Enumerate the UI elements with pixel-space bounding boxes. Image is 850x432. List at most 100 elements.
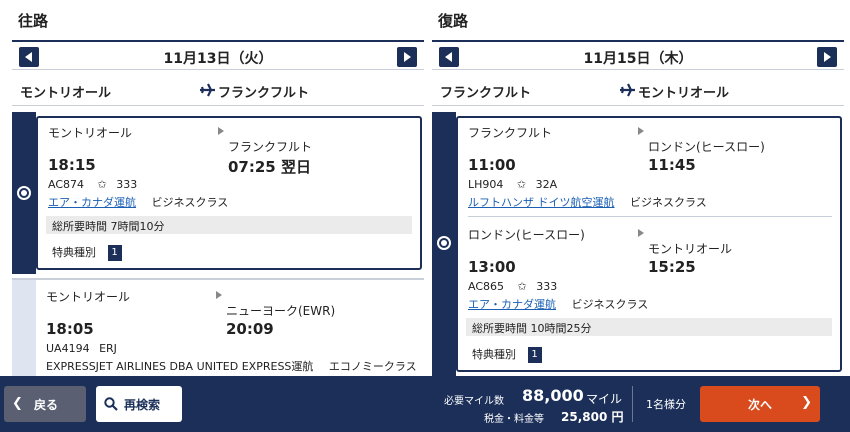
required-miles-label: 必要マイル数: [444, 396, 504, 407]
airplane-icon: [620, 83, 635, 97]
cabin-class: ビジネスクラス: [151, 196, 229, 209]
operator-link[interactable]: エア・カナダ運航: [48, 196, 136, 209]
departure-time: 11:00: [468, 156, 516, 174]
route-arrow-icon: [638, 229, 644, 237]
cabin-class: ビジネスクラス: [571, 298, 649, 311]
star-alliance-icon: ✩: [517, 280, 527, 293]
operator-link[interactable]: エア・カナダ運航: [468, 298, 556, 311]
cabin-class: エコノミークラス: [328, 360, 417, 373]
outbound-column: 往路 11月13日（火） モントリオール フランクフルト モントリオール フラン…: [12, 0, 424, 376]
aircraft-type: ERJ: [99, 342, 117, 355]
flight-segment: ロンドン(ヒースロー) モントリオール 13:00 15:25 AC865 ✩ …: [468, 226, 832, 316]
next-button[interactable]: 次へ ❯: [700, 386, 820, 422]
outbound-date-bar: 11月13日（火）: [12, 40, 424, 70]
aircraft-type: 32A: [535, 178, 558, 191]
cabin-class: ビジネスクラス: [630, 196, 707, 209]
departure-city: モントリオール: [48, 126, 133, 140]
departure-city: フランクフルト: [468, 126, 553, 140]
arrival-time: 07:25 翌日: [228, 158, 311, 176]
total-duration: 総所要時間 10時間25分: [466, 318, 832, 336]
inbound-title: 復路: [438, 12, 469, 30]
award-type-label: 特典種別: [52, 246, 96, 259]
outbound-flight-list: モントリオール フランクフルト 18:15 07:25 翌日 AC874 ✩ 3…: [12, 112, 424, 376]
tax-label: 税金・料金等: [484, 414, 544, 425]
outbound-date: 11月13日（火）: [163, 51, 273, 67]
arrival-city: ニューヨーク(EWR): [226, 304, 336, 318]
flight-number: AC865: [468, 280, 505, 293]
inbound-next-date-button[interactable]: [817, 47, 837, 67]
arrival-city: モントリオール: [648, 242, 733, 256]
outbound-title: 往路: [18, 12, 49, 30]
aircraft-type: 333: [536, 280, 558, 293]
flight-info: UA4194 ERJ: [46, 342, 117, 355]
award-type-badge[interactable]: 1: [107, 245, 122, 261]
segment-divider: [468, 216, 832, 217]
chevron-right-icon: [404, 52, 411, 62]
departure-time: 18:05: [46, 320, 94, 338]
flight-card: フランクフルト ロンドン(ヒースロー) 11:00 11:45 LH904 ✩ …: [456, 116, 842, 372]
flight-number: AC874: [48, 178, 85, 191]
flight-segment: フランクフルト ロンドン(ヒースロー) 11:00 11:45 LH904 ✩ …: [468, 124, 832, 214]
arrival-time: 15:25: [648, 258, 696, 276]
aircraft-type: 333: [116, 178, 138, 191]
operator-row: エア・カナダ運航 ビジネスクラス: [48, 194, 228, 210]
outbound-route: モントリオール フランクフルト: [12, 74, 424, 106]
chevron-right-icon: ❯: [801, 395, 812, 410]
operator-link[interactable]: ルフトハンザ ドイツ航空運航: [468, 196, 615, 209]
flight-segment: モントリオール フランクフルト 18:15 07:25 翌日 AC874 ✩ 3…: [48, 124, 412, 214]
departure-city: モントリオール: [46, 290, 131, 304]
departure-time: 13:00: [468, 258, 516, 276]
next-button-label: 次へ: [748, 398, 773, 412]
arrival-time: 11:45: [648, 156, 696, 174]
outbound-option-1[interactable]: モントリオール フランクフルト 18:15 07:25 翌日 AC874 ✩ 3…: [12, 112, 424, 274]
option-rail: [12, 280, 36, 376]
chevron-left-icon: ❮: [12, 396, 23, 411]
back-button[interactable]: ❮ 戻る: [4, 386, 86, 422]
arrival-city: ロンドン(ヒースロー): [648, 140, 765, 154]
flight-card: モントリオール ニューヨーク(EWR) 18:05 20:09 UA4194 E…: [36, 280, 424, 376]
star-alliance-icon: ✩: [97, 178, 107, 191]
inbound-route: フランクフルト モントリオール: [432, 74, 844, 106]
outbound-option-1-radio[interactable]: [17, 186, 31, 200]
tax-value: 25,800 円: [561, 410, 624, 424]
outbound-option-2[interactable]: モントリオール ニューヨーク(EWR) 18:05 20:09 UA4194 E…: [12, 278, 424, 376]
search-icon: [104, 397, 118, 411]
passenger-count: 1名様分: [646, 398, 686, 411]
arrival-time: 20:09: [226, 320, 274, 338]
flight-number: UA4194: [46, 342, 90, 355]
inbound-date: 11月15日（木）: [583, 51, 693, 67]
inbound-flight-list: フランクフルト ロンドン(ヒースロー) 11:00 11:45 LH904 ✩ …: [432, 112, 844, 376]
flight-segment: モントリオール ニューヨーク(EWR) 18:05 20:09 UA4194 E…: [46, 288, 417, 376]
flight-number: LH904: [468, 178, 504, 191]
flight-info: AC865 ✩ 333: [468, 280, 557, 293]
inbound-option-1-radio[interactable]: [437, 236, 451, 250]
research-button-label: 再検索: [124, 398, 161, 412]
research-button[interactable]: 再検索: [96, 386, 182, 422]
award-type: 特典種別 1: [52, 244, 122, 261]
flight-card: モントリオール フランクフルト 18:15 07:25 翌日 AC874 ✩ 3…: [36, 116, 422, 270]
inbound-destination: モントリオール: [638, 86, 730, 101]
total-duration: 総所要時間 7時間10分: [46, 216, 412, 234]
award-type-label: 特典種別: [472, 348, 516, 361]
outbound-origin: モントリオール: [20, 86, 112, 101]
award-type: 特典種別 1: [472, 346, 542, 363]
operator-row: EXPRESSJET AIRLINES DBA UNITED EXPRESS運航…: [46, 358, 417, 374]
inbound-column: 復路 11月15日（木） フランクフルト モントリオール フランクフルト ロンド…: [432, 0, 844, 376]
inbound-option-1[interactable]: フランクフルト ロンドン(ヒースロー) 11:00 11:45 LH904 ✩ …: [432, 112, 844, 376]
flight-info: LH904 ✩ 32A: [468, 178, 557, 191]
outbound-next-date-button[interactable]: [397, 47, 417, 67]
arrival-city: フランクフルト: [228, 140, 313, 154]
flight-info: AC874 ✩ 333: [48, 178, 137, 191]
footer-divider: [632, 386, 633, 422]
bottom-action-bar: ❮ 戻る 再検索 必要マイル数 88,000 マイル 税金・料金等 25,800…: [0, 376, 850, 432]
award-type-badge[interactable]: 1: [527, 347, 542, 363]
back-button-label: 戻る: [34, 398, 59, 412]
operator-row: ルフトハンザ ドイツ航空運航 ビジネスクラス: [468, 194, 707, 210]
inbound-date-bar: 11月15日（木）: [432, 40, 844, 70]
route-arrow-icon: [638, 127, 644, 135]
departure-time: 18:15: [48, 156, 96, 174]
star-alliance-icon: ✩: [516, 178, 527, 191]
route-arrow-icon: [216, 291, 222, 299]
operator-text: EXPRESSJET AIRLINES DBA UNITED EXPRESS運航: [46, 360, 314, 373]
outbound-destination: フランクフルト: [218, 86, 310, 101]
